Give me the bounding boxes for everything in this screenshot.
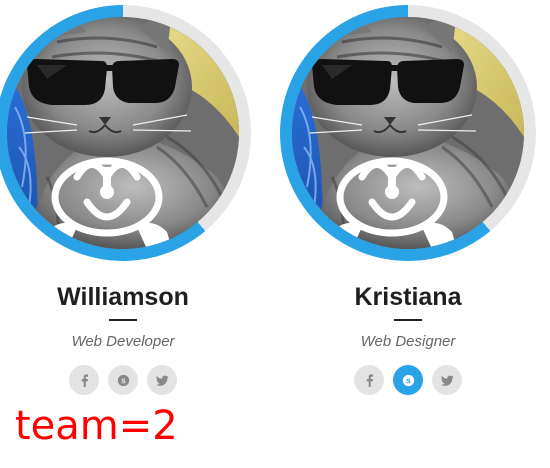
twitter-icon bbox=[155, 375, 169, 386]
twitter-button[interactable] bbox=[147, 365, 177, 395]
avatar bbox=[280, 5, 536, 261]
avatar-photo bbox=[7, 17, 239, 249]
facebook-button[interactable] bbox=[354, 365, 384, 395]
member-role: Web Designer bbox=[360, 333, 456, 350]
facebook-icon bbox=[81, 373, 88, 387]
avatar-photo bbox=[292, 17, 524, 249]
facebook-button[interactable] bbox=[69, 365, 99, 395]
social-links bbox=[278, 365, 538, 395]
twitter-button[interactable] bbox=[432, 365, 462, 395]
team-member-card: Williamson Web Developer bbox=[0, 0, 253, 395]
team-count-label: team=2 bbox=[15, 403, 178, 449]
member-name: Williamson bbox=[57, 283, 189, 311]
member-role: Web Developer bbox=[71, 333, 175, 350]
skype-button[interactable] bbox=[393, 365, 423, 395]
skype-icon bbox=[402, 374, 414, 386]
skype-icon bbox=[117, 374, 129, 386]
twitter-icon bbox=[440, 375, 454, 386]
name-divider bbox=[394, 319, 422, 321]
member-name: Kristiana bbox=[354, 283, 462, 311]
avatar bbox=[0, 5, 251, 261]
social-links bbox=[0, 365, 253, 395]
skype-button[interactable] bbox=[108, 365, 138, 395]
facebook-icon bbox=[366, 373, 373, 387]
name-divider bbox=[109, 319, 137, 321]
team-member-card: Kristiana Web Designer bbox=[278, 0, 538, 395]
